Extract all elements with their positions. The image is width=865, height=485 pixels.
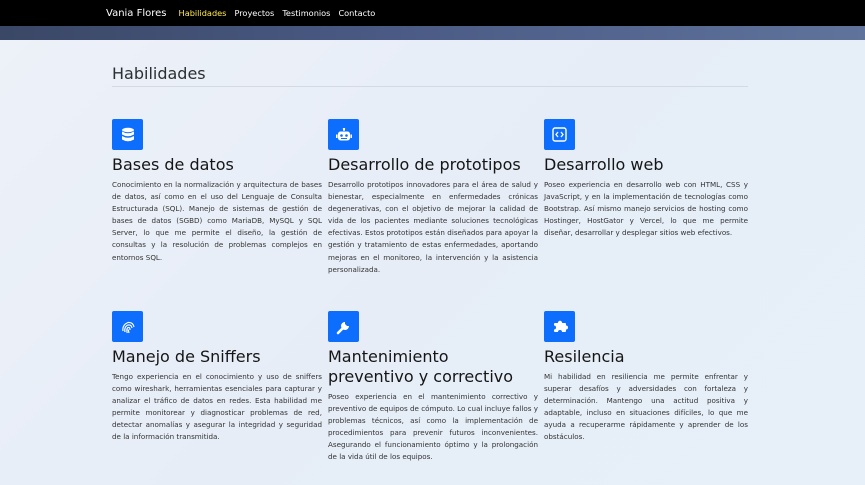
skill-card-text: Poseo experiencia en el mantenimiento co… <box>328 392 538 462</box>
nav-link-testimonios[interactable]: Testimonios <box>282 8 330 18</box>
fingerprint-icon <box>112 311 143 342</box>
skill-card-mantenimiento: Mantenimiento preventivo y correctivo Po… <box>328 311 538 464</box>
skill-card-title: Mantenimiento preventivo y correctivo <box>328 347 514 386</box>
skill-card-title: Resilencia <box>544 347 625 366</box>
navbar: Vania Flores Habilidades Proyectos Testi… <box>0 0 865 26</box>
skill-card-title: Manejo de Sniffers <box>112 347 261 366</box>
skill-card-desarrollo-de-prototipos: Desarrollo de prototipos Desarrollo prot… <box>328 119 538 276</box>
skill-card-text: Mi habilidad en resiliencia me permite e… <box>544 372 748 442</box>
brand-link[interactable]: Vania Flores <box>106 8 167 19</box>
skill-card-title: Desarrollo de prototipos <box>328 155 521 174</box>
section-title: Habilidades <box>112 64 206 83</box>
skill-card-title: Bases de datos <box>112 155 234 174</box>
puzzle-icon <box>544 311 575 342</box>
nav-link-habilidades[interactable]: Habilidades <box>179 8 227 18</box>
code-icon <box>544 119 575 150</box>
skill-card-text: Desarrollo prototipos innovadores para e… <box>328 180 538 274</box>
skill-card-bases-de-datos: Bases de datos Conocimiento en la normal… <box>112 119 322 264</box>
section-divider <box>112 86 748 87</box>
skill-card-text: Tengo experiencia en el conocimiento y u… <box>112 372 322 442</box>
robot-icon <box>328 119 359 150</box>
skill-card-resilencia: Resilencia Mi habilidad en resiliencia m… <box>544 311 748 444</box>
hero-strip <box>0 26 865 40</box>
database-icon <box>112 119 143 150</box>
skill-card-text: Poseo experiencia en desarrollo web con … <box>544 180 748 238</box>
nav-link-contacto[interactable]: Contacto <box>338 8 375 18</box>
nav-link-proyectos[interactable]: Proyectos <box>234 8 274 18</box>
skill-card-desarrollo-web: Desarrollo web Poseo experiencia en desa… <box>544 119 748 239</box>
skill-card-manejo-de-sniffers: Manejo de Sniffers Tengo experiencia en … <box>112 311 322 444</box>
skill-card-title: Desarrollo web <box>544 155 664 174</box>
wrench-icon <box>328 311 359 342</box>
skill-card-text: Conocimiento en la normalización y arqui… <box>112 180 322 262</box>
